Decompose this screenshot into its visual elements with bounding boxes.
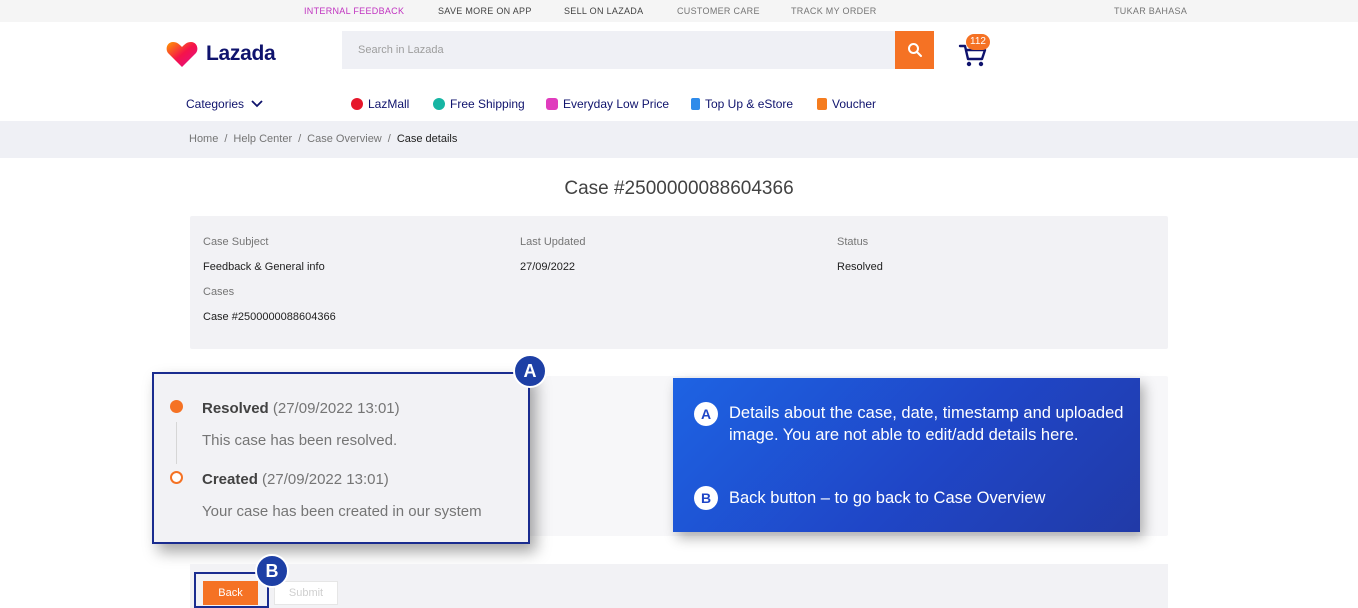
resolved-dot-icon: [170, 400, 183, 413]
internal-feedback-link[interactable]: INTERNAL FEEDBACK: [304, 6, 404, 16]
panel-marker-b: B: [694, 486, 718, 510]
status-value: Resolved: [837, 261, 883, 273]
case-subject-value: Feedback & General info: [203, 261, 325, 273]
timeline-event-created: Created (27/09/2022 13:01): [202, 471, 389, 488]
breadcrumb-current: Case details: [396, 133, 458, 145]
timeline-connector: [176, 422, 177, 464]
nav-item-label: Voucher: [832, 97, 877, 111]
categories-label: Categories: [186, 97, 245, 111]
cases-label: Cases: [203, 286, 235, 298]
top-utility-bar: INTERNAL FEEDBACK SAVE MORE ON APP SELL …: [0, 0, 1358, 22]
timeline-event-resolved: Resolved (27/09/2022 13:01): [202, 400, 400, 417]
nav-item-voucher[interactable]: Voucher: [817, 97, 876, 111]
event-time: (27/09/2022 13:01): [272, 400, 400, 417]
search-icon: [907, 43, 922, 57]
event-description: Your case has been created in our system: [202, 503, 482, 520]
cart-count-badge: 112: [966, 34, 990, 50]
panel-marker-a: A: [694, 402, 718, 426]
case-summary-card: Case Subject Feedback & General info Cas…: [190, 216, 1168, 349]
search-button[interactable]: [895, 31, 934, 69]
save-more-on-app-link[interactable]: SAVE MORE ON APP: [438, 6, 532, 16]
annotation-a-text: Details about the case, date, timestamp …: [729, 404, 1124, 444]
event-status: Resolved: [202, 400, 269, 417]
page-title: Case #2500000088604366: [564, 178, 794, 199]
cases-value: Case #2500000088604366: [203, 311, 336, 323]
nav-item-free-shipping[interactable]: Free Shipping: [433, 97, 525, 111]
annotation-marker-b: B: [255, 554, 289, 588]
chevron-down-icon: [251, 100, 263, 108]
annotation-marker-a: A: [513, 354, 547, 388]
nav-item-top-up[interactable]: Top Up & eStore: [691, 97, 793, 111]
voucher-icon: [817, 98, 827, 110]
last-updated-label: Last Updated: [520, 236, 586, 248]
nav-item-label: Free Shipping: [450, 97, 525, 111]
free-shipping-icon: [433, 98, 445, 110]
last-updated-value: 27/09/2022: [520, 261, 576, 273]
annotation-panel: A Details about the case, date, timestam…: [673, 378, 1140, 532]
search-input[interactable]: [342, 31, 895, 69]
lazada-heart-icon: [166, 42, 198, 67]
categories-dropdown[interactable]: Categories: [186, 97, 264, 111]
breadcrumb-case-overview[interactable]: Case Overview: [307, 133, 382, 145]
timeline-callout: Resolved (27/09/2022 13:01) This case ha…: [152, 372, 530, 544]
submit-button[interactable]: Submit: [274, 581, 338, 605]
nav-item-label: LazMall: [368, 97, 410, 111]
phone-icon: [691, 98, 700, 110]
event-time: (27/09/2022 13:01): [262, 471, 389, 488]
nav-item-everyday-low-price[interactable]: Everyday Low Price: [546, 97, 669, 111]
track-my-order-link[interactable]: TRACK MY ORDER: [791, 6, 877, 16]
nav-item-label: Everyday Low Price: [563, 97, 670, 111]
breadcrumb: Home / Help Center / Case Overview / Case d…: [189, 133, 458, 145]
lazmall-icon: [351, 98, 363, 110]
annotation-b-text: Back button – to go back to Case Overvie…: [729, 489, 1046, 507]
search-bar: [342, 31, 934, 69]
created-dot-icon: [170, 471, 183, 484]
customer-care-link[interactable]: CUSTOMER CARE: [677, 6, 760, 16]
nav-item-lazmall[interactable]: LazMall: [351, 97, 409, 111]
category-nav: Categories LazMall Free Shipping Everyda…: [0, 95, 1358, 113]
change-language-link[interactable]: TUKAR BAHASA: [1114, 6, 1187, 16]
nav-item-label: Top Up & eStore: [705, 97, 794, 111]
case-subject-label: Case Subject: [203, 236, 269, 248]
logo-text: Lazada: [206, 42, 276, 65]
sell-on-lazada-link[interactable]: SELL ON LAZADA: [564, 6, 643, 16]
price-tag-icon: [546, 98, 558, 110]
event-description: This case has been resolved.: [202, 432, 398, 449]
status-label: Status: [837, 236, 869, 248]
event-status: Created: [202, 471, 258, 488]
breadcrumb-help-center[interactable]: Help Center: [233, 133, 292, 145]
breadcrumb-home[interactable]: Home: [189, 133, 218, 145]
back-button[interactable]: Back: [203, 581, 258, 605]
lazada-logo[interactable]: Lazada: [166, 40, 276, 68]
breadcrumb-bar: Home / Help Center / Case Overview / Case d…: [0, 121, 1358, 158]
